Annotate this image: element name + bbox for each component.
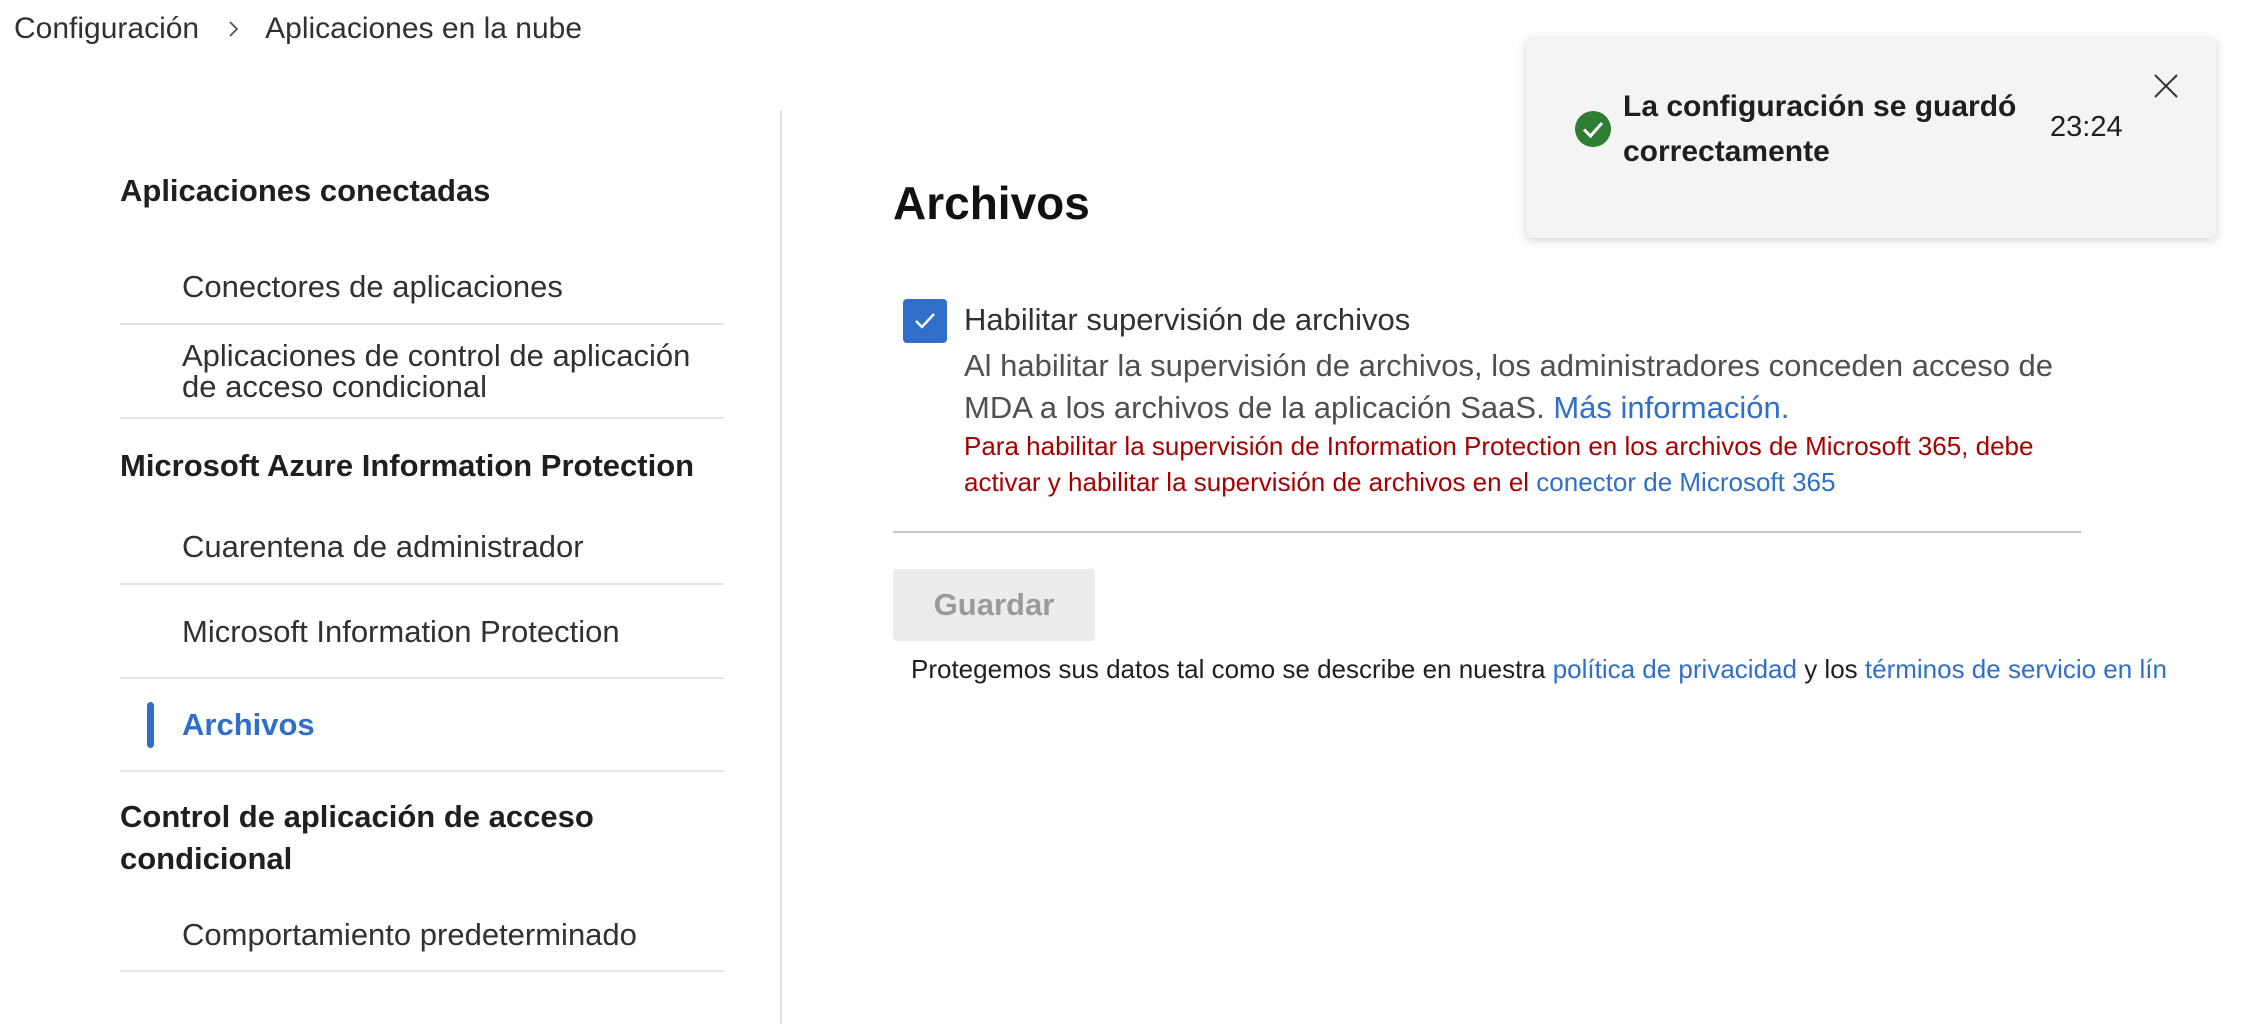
- settings-nav: Aplicaciones conectadas Conectores de ap…: [120, 170, 724, 972]
- nav-item-files[interactable]: Archivos: [120, 679, 724, 772]
- enable-file-monitoring-checkbox[interactable]: [903, 299, 947, 343]
- more-info-link[interactable]: Más información.: [1553, 390, 1789, 425]
- checkmark-icon: [915, 313, 935, 329]
- nav-section-connected-apps: Aplicaciones conectadas: [120, 173, 491, 208]
- nav-item-label: Cuarentena de administrador: [182, 528, 584, 564]
- breadcrumb-settings-link[interactable]: Configuración: [14, 12, 199, 46]
- vertical-divider: [780, 110, 782, 1024]
- file-monitoring-description: Al habilitar la supervisión de archivos,…: [964, 348, 2054, 425]
- chevron-right-icon: [229, 21, 239, 37]
- success-circle-icon: [1575, 111, 1611, 147]
- nav-item-app-connectors[interactable]: Conectores de aplicaciones: [120, 250, 724, 325]
- nav-item-label: Microsoft Information Protection: [182, 613, 620, 649]
- nav-item-label: Conectores de aplicaciones: [182, 269, 563, 304]
- save-button[interactable]: Guardar: [893, 569, 1095, 641]
- privacy-policy-link[interactable]: política de privacidad: [1553, 654, 1797, 684]
- nav-item-label: Archivos: [182, 707, 315, 742]
- section-divider: [893, 531, 2081, 533]
- microsoft-365-connector-link[interactable]: conector de Microsoft 365: [1536, 467, 1835, 497]
- breadcrumb-current: Aplicaciones en la nube: [265, 12, 583, 45]
- nav-item-conditional-access-apps[interactable]: Aplicaciones de control de aplicación de…: [120, 325, 724, 419]
- privacy-notice: Protegemos sus datos tal como se describ…: [911, 654, 2167, 684]
- page: Configuración Aplicaciones en la nube Ap…: [0, 0, 2242, 1024]
- nav-item-label: Aplicaciones de control de aplicación de…: [182, 338, 691, 404]
- active-indicator: [147, 701, 154, 748]
- nav-section-conditional-access-app-control: Control de aplicación de acceso condicio…: [120, 799, 594, 876]
- information-protection-warning: Para habilitar la supervisión de Informa…: [964, 431, 2034, 497]
- nav-item-microsoft-information-protection[interactable]: Microsoft Information Protection: [120, 585, 724, 679]
- nav-item-label: Comportamiento predeterminado: [182, 916, 637, 952]
- nav-item-admin-quarantine[interactable]: Cuarentena de administrador: [120, 509, 724, 585]
- enable-file-monitoring-label[interactable]: Habilitar supervisión de archivos: [964, 302, 1410, 338]
- toast-time: 23:24: [2050, 111, 2123, 143]
- page-title: Archivos: [893, 177, 1090, 229]
- terms-of-service-link[interactable]: términos de servicio en lín: [1865, 654, 2167, 684]
- nav-item-default-behavior[interactable]: Comportamiento predeterminado: [120, 898, 724, 972]
- breadcrumb: Configuración Aplicaciones en la nube: [14, 12, 582, 46]
- close-icon: [2154, 74, 2178, 98]
- toast-close-button[interactable]: [2148, 68, 2184, 104]
- nav-section-azure-information-protection: Microsoft Azure Information Protection: [120, 448, 695, 483]
- success-toast: La configuración se guardó correctamente…: [1526, 38, 2216, 238]
- toast-message: La configuración se guardó correctamente: [1623, 90, 2017, 168]
